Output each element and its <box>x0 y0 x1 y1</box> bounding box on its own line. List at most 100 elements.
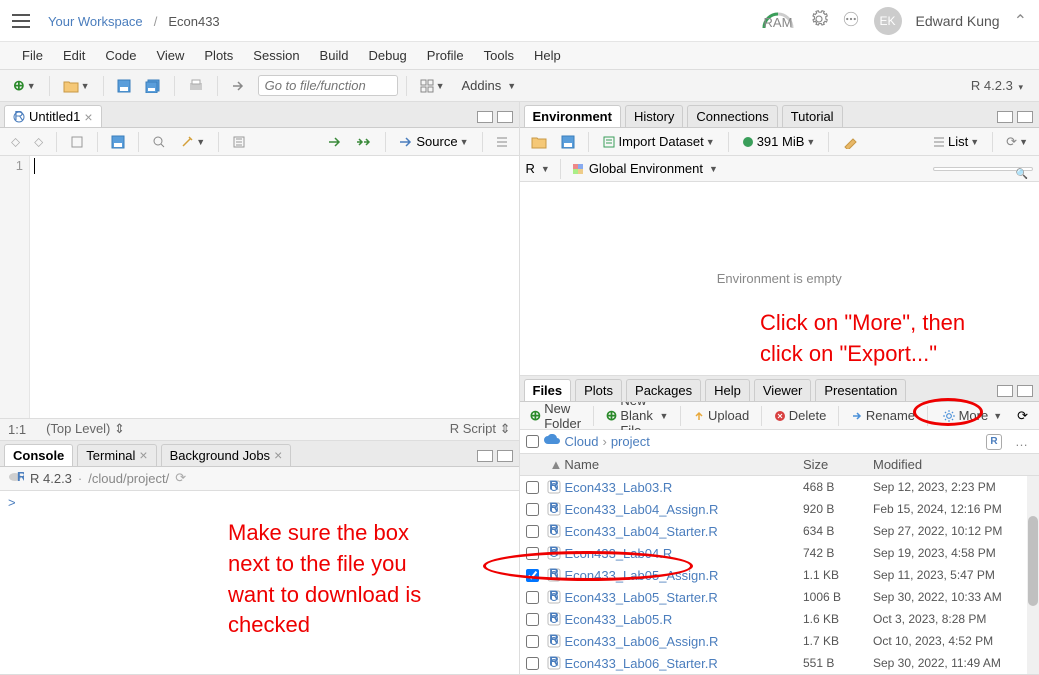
outline-icon[interactable] <box>491 133 513 151</box>
file-checkbox[interactable] <box>526 613 539 626</box>
files-tab-presentation[interactable]: Presentation <box>815 379 906 401</box>
r-project-icon[interactable]: R <box>986 434 1002 450</box>
grid-button[interactable]: ▼ <box>415 76 450 96</box>
menu-file[interactable]: File <box>14 44 51 67</box>
menu-plots[interactable]: Plots <box>196 44 241 67</box>
gear-icon[interactable] <box>810 10 828 31</box>
new-file-button[interactable]: ⊕▼ <box>8 74 41 97</box>
minimize-icon[interactable] <box>477 450 493 462</box>
file-name-link[interactable]: Econ433_Lab06_Assign.R <box>565 634 804 649</box>
script-area[interactable]: 1 <box>0 156 519 418</box>
list-view-button[interactable]: List▼ <box>928 131 984 152</box>
ram-gauge-icon[interactable]: RAM <box>760 12 796 30</box>
source-button[interactable]: Source▼ <box>394 131 473 152</box>
more-path-icon[interactable]: … <box>1010 431 1033 452</box>
minimize-icon[interactable] <box>997 385 1013 397</box>
compile-icon[interactable] <box>227 132 251 152</box>
search-input[interactable] <box>933 167 1033 171</box>
more-dots-icon[interactable] <box>842 10 860 31</box>
env-tab-connections[interactable]: Connections <box>687 105 777 127</box>
save-button[interactable] <box>112 76 136 96</box>
crumb-project[interactable]: project <box>611 434 650 449</box>
console-tab-console[interactable]: Console <box>4 444 73 466</box>
env-tab-history[interactable]: History <box>625 105 683 127</box>
file-name-link[interactable]: Econ433_Lab03.R <box>565 480 804 495</box>
maximize-icon[interactable] <box>1017 385 1033 397</box>
env-tab-environment[interactable]: Environment <box>524 105 621 127</box>
open-project-button[interactable]: ▼ <box>58 76 95 96</box>
console-tab-background-jobs[interactable]: Background Jobs × <box>161 444 292 466</box>
find-icon[interactable] <box>147 132 171 152</box>
lang-selector[interactable]: R Script ⇕ <box>450 421 511 437</box>
files-tab-packages[interactable]: Packages <box>626 379 701 401</box>
minimize-icon[interactable] <box>477 111 493 123</box>
console-working-dir[interactable]: /cloud/project/ <box>88 471 169 486</box>
rename-button[interactable]: Rename <box>847 406 919 425</box>
file-name-link[interactable]: Econ433_Lab04_Assign.R <box>565 502 804 517</box>
menu-code[interactable]: Code <box>97 44 144 67</box>
refresh-files-icon[interactable]: ⟳ <box>1012 405 1033 427</box>
file-name-link[interactable]: Econ433_Lab05_Starter.R <box>565 590 804 605</box>
sort-by-name[interactable]: ▲Name <box>550 457 804 472</box>
scrollbar[interactable] <box>1027 476 1039 674</box>
menu-debug[interactable]: Debug <box>360 44 414 67</box>
goto-input[interactable] <box>258 75 398 96</box>
run-icon[interactable] <box>323 133 347 151</box>
file-checkbox[interactable] <box>526 657 539 670</box>
workspace-link[interactable]: Your Workspace <box>48 14 143 29</box>
file-checkbox[interactable] <box>526 635 539 648</box>
menu-help[interactable]: Help <box>526 44 569 67</box>
print-button[interactable] <box>183 76 209 96</box>
wand-icon[interactable]: ▼ <box>175 132 210 152</box>
delete-button[interactable]: Delete <box>770 406 831 425</box>
file-name-link[interactable]: Econ433_Lab05.R <box>565 612 804 627</box>
load-icon[interactable] <box>526 132 552 152</box>
sort-by-modified[interactable]: Modified <box>873 457 1033 472</box>
goto-button[interactable] <box>226 76 250 96</box>
scope-selector[interactable]: (Top Level) ⇕ <box>46 421 125 437</box>
maximize-icon[interactable] <box>497 111 513 123</box>
upload-button[interactable]: Upload <box>689 406 753 425</box>
save-all-button[interactable] <box>140 76 166 96</box>
file-checkbox[interactable] <box>526 547 539 560</box>
save-source-button[interactable] <box>106 132 130 152</box>
close-icon[interactable]: × <box>139 448 147 462</box>
r-version-selector[interactable]: R 4.2.3 ▾ <box>963 76 1031 95</box>
env-tab-tutorial[interactable]: Tutorial <box>782 105 843 127</box>
file-checkbox[interactable] <box>526 525 539 538</box>
source-tab[interactable]: R Untitled1 × <box>4 105 102 127</box>
addins-button[interactable]: Addins▼ <box>462 78 517 93</box>
menu-icon[interactable] <box>12 14 30 28</box>
menu-tools[interactable]: Tools <box>476 44 522 67</box>
file-checkbox[interactable] <box>526 591 539 604</box>
file-checkbox[interactable] <box>526 481 539 494</box>
back-icon[interactable]: ⬦ <box>6 131 25 153</box>
memory-usage[interactable]: 391 MiB▼ <box>737 131 821 152</box>
file-name-link[interactable]: Econ433_Lab04.R <box>565 546 804 561</box>
more-button[interactable]: More▼ <box>936 406 1009 425</box>
maximize-icon[interactable] <box>1017 111 1033 123</box>
lang-selector[interactable]: R▼ <box>526 161 550 176</box>
files-tab-files[interactable]: Files <box>524 379 572 401</box>
file-name-link[interactable]: Econ433_Lab04_Starter.R <box>565 524 804 539</box>
files-tab-plots[interactable]: Plots <box>575 379 622 401</box>
save-env-button[interactable] <box>556 132 580 152</box>
env-scope-selector[interactable]: Global Environment▼ <box>571 161 718 176</box>
rerun-icon[interactable] <box>351 133 377 151</box>
console-input[interactable]: > <box>0 491 519 674</box>
console-tab-terminal[interactable]: Terminal × <box>77 444 156 466</box>
file-checkbox[interactable] <box>526 503 539 516</box>
minimize-icon[interactable] <box>997 111 1013 123</box>
menu-edit[interactable]: Edit <box>55 44 93 67</box>
file-name-link[interactable]: Econ433_Lab06_Starter.R <box>565 656 804 671</box>
menu-profile[interactable]: Profile <box>419 44 472 67</box>
menu-build[interactable]: Build <box>312 44 357 67</box>
file-name-link[interactable]: Econ433_Lab05_Assign.R <box>565 568 804 583</box>
show-in-new-window-icon[interactable] <box>65 132 89 152</box>
clear-env-icon[interactable] <box>837 132 863 152</box>
refresh-icon[interactable]: ⟳ <box>175 470 186 486</box>
new-folder-button[interactable]: ⊕New Folder <box>526 399 586 433</box>
select-all-checkbox[interactable] <box>526 435 539 448</box>
files-tab-help[interactable]: Help <box>705 379 750 401</box>
refresh-env-icon[interactable]: ⟳▼ <box>1001 131 1033 153</box>
